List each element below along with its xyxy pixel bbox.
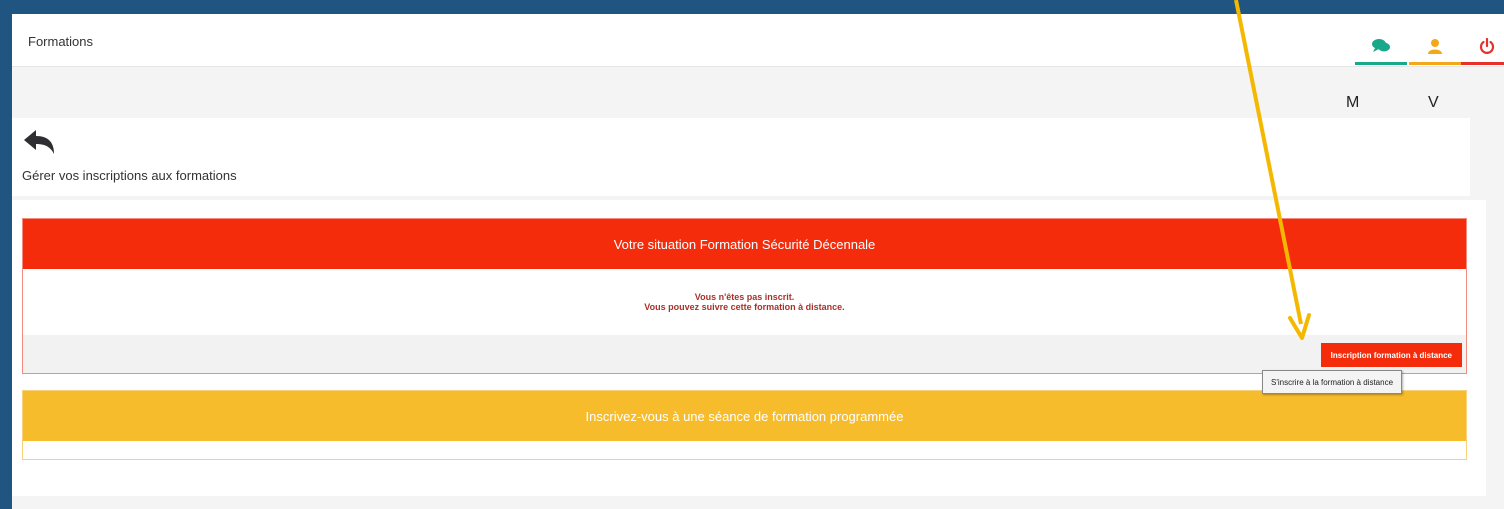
remote-training-tooltip: S'inscrire à la formation à distance [1262,370,1403,394]
app-title: Formations [28,34,94,49]
situation-title: Votre situation Formation Sécurité Décen… [23,219,1466,269]
remote-training-button[interactable]: Inscription formation à distance [1320,343,1462,367]
scheduled-session-card: Inscrivez-vous à une séance de formation… [22,390,1467,460]
power-icon[interactable] [1461,28,1504,65]
situation-message-line2: Vous pouvez suivre cette formation à dis… [644,302,845,312]
content-panel: Votre situation Formation Sécurité Décen… [12,200,1486,496]
app-window: Formations M V Gérer vos inscriptions au… [12,14,1504,509]
top-bar: Formations [12,14,1504,67]
situation-card: Votre situation Formation Sécurité Décen… [22,218,1467,374]
situation-message: Vous n'êtes pas inscrit. Vous pouvez sui… [23,269,1466,335]
situation-footer: Inscription formation à distance [23,335,1466,373]
page-title: Gérer vos inscriptions aux formations [22,168,237,183]
back-arrow-icon[interactable] [22,128,56,161]
scheduled-session-title[interactable]: Inscrivez-vous à une séance de formation… [23,391,1466,441]
user-initial-m: M [1346,94,1360,111]
page-header: Gérer vos inscriptions aux formations [12,118,1470,196]
user-initial-v: V [1428,94,1439,111]
user-icon[interactable] [1409,28,1461,65]
situation-message-line1: Vous n'êtes pas inscrit. [694,292,795,302]
chat-icon[interactable] [1355,28,1407,65]
